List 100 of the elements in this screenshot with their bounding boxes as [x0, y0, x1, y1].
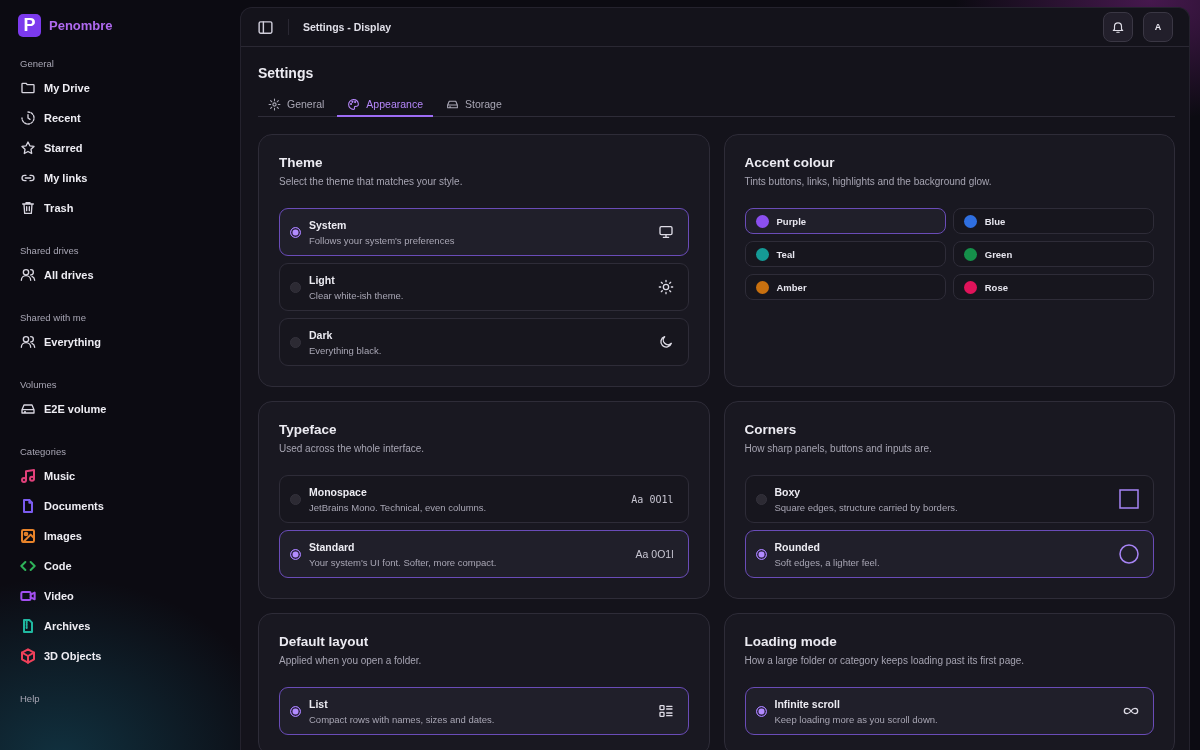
- radio-button[interactable]: [755, 493, 767, 505]
- colour-option[interactable]: Teal: [744, 241, 946, 267]
- option-card[interactable]: Light Clear white-ish theme.: [279, 263, 689, 311]
- option-description: Clear white-ish theme.: [309, 289, 405, 301]
- moon-icon: [657, 334, 674, 350]
- palette-icon: [347, 97, 361, 111]
- section-heading: Volumes: [20, 377, 58, 392]
- card-subtitle: Select the theme that matches your style.: [279, 176, 464, 187]
- radio-button[interactable]: [290, 226, 301, 238]
- sidebar-item[interactable]: All drives: [20, 260, 222, 290]
- sidebar-item[interactable]: Everything: [20, 327, 222, 357]
- card-title: Default layout: [279, 634, 370, 649]
- sidebar-item[interactable]: E2E volume: [20, 394, 222, 424]
- option-card[interactable]: Infinite scroll Keep loading more as you scroll down.: [744, 687, 1154, 735]
- circle-icon: [1119, 544, 1139, 564]
- tab[interactable]: Storage: [436, 93, 512, 117]
- option-title: Standard: [309, 540, 356, 553]
- radio-button[interactable]: [290, 548, 301, 560]
- font-sample: Aa 0O1l: [631, 493, 674, 505]
- option-description: Everything black.: [309, 344, 383, 356]
- sidebar-item[interactable]: Code: [20, 551, 222, 581]
- card-subtitle: Tints buttons, links, highlights and the background glow.: [744, 176, 993, 187]
- option-title: Monospace: [309, 485, 368, 498]
- option-title: Light: [309, 273, 336, 286]
- radio-button[interactable]: [290, 281, 301, 293]
- colour-option[interactable]: Purple: [744, 208, 946, 234]
- colour-option[interactable]: Green: [952, 241, 1154, 267]
- option-title: Dark: [309, 328, 334, 341]
- option-card[interactable]: Rounded Soft edges, a lighter feel.: [744, 530, 1154, 578]
- colour-label: Purple: [776, 215, 807, 227]
- option-title: System: [309, 218, 348, 231]
- sidebar-item[interactable]: My Drive: [20, 73, 222, 103]
- section-heading: Shared drives: [20, 243, 80, 258]
- folder-icon: [20, 80, 36, 96]
- notifications-button[interactable]: [1103, 12, 1133, 42]
- section-heading: Categories: [20, 444, 67, 459]
- sidebar-item[interactable]: 3D Objects: [20, 641, 222, 671]
- option-card[interactable]: System Follows your system's preferences: [279, 208, 689, 256]
- colour-option[interactable]: Amber: [744, 274, 946, 300]
- sidebar-toggle[interactable]: [257, 18, 274, 36]
- colour-label: Teal: [776, 248, 795, 260]
- section-heading: General: [20, 56, 55, 71]
- card-title: Theme: [279, 155, 324, 170]
- sidebar-item[interactable]: Trash: [20, 193, 222, 223]
- users-icon: [20, 267, 36, 283]
- option-title: List: [309, 697, 329, 710]
- clock-icon: [20, 110, 36, 126]
- option-description: Square edges, structure carried by borders.: [774, 501, 959, 513]
- option-description: Compact rows with names, sizes and dates.: [309, 713, 496, 725]
- tab[interactable]: General: [258, 93, 335, 117]
- page-title: Settings: [258, 65, 315, 81]
- sidebar-item[interactable]: Music: [20, 461, 222, 491]
- colour-option[interactable]: Blue: [952, 208, 1154, 234]
- option-description: Keep loading more as you scroll down.: [774, 713, 939, 725]
- card-subtitle: How a large folder or category keeps loading past its first page.: [744, 655, 1026, 666]
- radio-button[interactable]: [290, 705, 301, 717]
- option-title: Rounded: [774, 540, 821, 553]
- card-subtitle: Used across the whole interface.: [279, 443, 426, 454]
- option-card[interactable]: Standard Your system's UI font. Softer, more compact. Aa 0O1l: [279, 530, 689, 578]
- avatar-button[interactable]: A: [1143, 12, 1173, 42]
- card-subtitle: Applied when you open a folder.: [279, 655, 423, 666]
- star-icon: [20, 140, 36, 156]
- radio-button[interactable]: [755, 548, 767, 560]
- panel-icon: [257, 18, 274, 36]
- section-heading: Help: [20, 691, 41, 706]
- radio-button[interactable]: [755, 705, 767, 717]
- option-title: Infinite scroll: [774, 697, 841, 710]
- colour-label: Rose: [984, 281, 1008, 293]
- list-icon: [657, 703, 674, 719]
- trash-icon: [20, 200, 36, 216]
- sidebar-item[interactable]: Documents: [20, 491, 222, 521]
- colour-label: Green: [984, 248, 1013, 260]
- option-description: Soft edges, a lighter feel.: [774, 556, 881, 568]
- sidebar-item[interactable]: Archives: [20, 611, 222, 641]
- option-card[interactable]: Dark Everything black.: [279, 318, 689, 366]
- bell-icon: [1111, 20, 1125, 34]
- font-sample: Aa 0O1l: [635, 548, 674, 560]
- tab[interactable]: Appearance: [337, 93, 433, 117]
- drive-icon: [20, 401, 36, 417]
- option-description: JetBrains Mono. Technical, even columns.: [309, 501, 488, 513]
- radio-button[interactable]: [290, 336, 301, 348]
- colour-option[interactable]: Rose: [952, 274, 1154, 300]
- option-description: Follows your system's preferences: [309, 234, 456, 246]
- colour-label: Blue: [984, 215, 1006, 227]
- card-title: Loading mode: [744, 634, 838, 649]
- option-card[interactable]: Monospace JetBrains Mono. Technical, even columns. Aa 0O1l: [279, 475, 689, 523]
- sidebar-item[interactable]: My links: [20, 163, 222, 193]
- app-logo: P: [18, 14, 41, 37]
- sidebar-item[interactable]: Starred: [20, 133, 222, 163]
- sidebar-item[interactable]: Video: [20, 581, 222, 611]
- users-icon: [20, 334, 36, 350]
- sidebar-item[interactable]: Images: [20, 521, 222, 551]
- option-card[interactable]: Boxy Square edges, structure carried by borders.: [744, 475, 1154, 523]
- monitor-icon: [657, 224, 674, 240]
- radio-button[interactable]: [290, 493, 301, 505]
- option-description: Your system's UI font. Softer, more compact.: [309, 556, 498, 568]
- app-name: Penombre: [49, 18, 113, 33]
- sidebar-item[interactable]: Recent: [20, 103, 222, 133]
- window-title: Settings - Display: [303, 21, 393, 33]
- option-card[interactable]: List Compact rows with names, sizes and dates.: [279, 687, 689, 735]
